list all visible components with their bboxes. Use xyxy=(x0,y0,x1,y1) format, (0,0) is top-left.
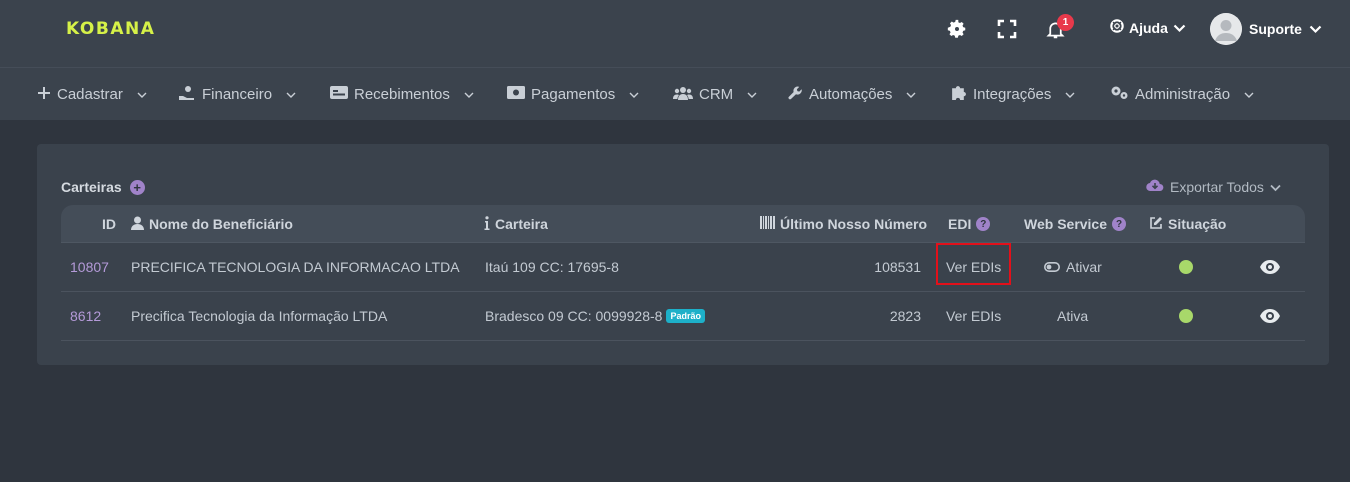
table-header: ID Nome do Beneficiário Carteira Último … xyxy=(61,205,1305,243)
export-label: Exportar Todos xyxy=(1170,178,1264,195)
receipt-icon xyxy=(330,86,348,103)
view-eye-icon[interactable] xyxy=(1259,243,1281,291)
col-last-number-label: Último Nosso Número xyxy=(780,216,928,232)
col-beneficiary-label: Nome do Beneficiário xyxy=(149,216,293,232)
top-bar: KOBANA 1 Ajuda Suporte xyxy=(0,0,1350,67)
nav-integracoes[interactable]: Integrações xyxy=(950,68,1075,121)
table-row: 8612 Precifica Tecnologia da Informação … xyxy=(61,292,1305,341)
cloud-download-icon xyxy=(1146,178,1164,195)
kobana-logo[interactable]: KOBANA xyxy=(66,19,155,39)
chevron-down-icon xyxy=(629,86,639,103)
col-id[interactable]: ID xyxy=(102,205,116,243)
chevron-down-icon xyxy=(747,86,757,103)
chevron-down-icon xyxy=(286,86,296,103)
nav-label: Cadastrar xyxy=(57,86,123,103)
nav-label: Administração xyxy=(1135,86,1231,103)
avatar xyxy=(1210,13,1242,45)
view-eye-icon[interactable] xyxy=(1259,292,1281,340)
users-icon xyxy=(673,86,693,104)
beneficiary-name: Precifica Tecnologia da Informação LTDA xyxy=(131,308,388,324)
nav-automacoes[interactable]: Automações xyxy=(788,68,916,121)
activate-web-service-button[interactable]: Ativar xyxy=(1044,259,1102,275)
status-indicator xyxy=(1179,309,1193,323)
table-row: 10807 PRECIFICA TECNOLOGIA DA INFORMACAO… xyxy=(61,243,1305,292)
barcode-icon xyxy=(760,216,775,232)
gears-icon xyxy=(1110,85,1129,104)
wallet-id-link[interactable]: 10807 xyxy=(70,259,109,275)
col-wallet-label: Carteira xyxy=(495,216,548,232)
nav-label: Automações xyxy=(809,86,893,103)
nav-recebimentos[interactable]: Recebimentos xyxy=(330,68,474,121)
user-menu[interactable]: Suporte xyxy=(1210,13,1322,45)
notification-badge: 1 xyxy=(1057,14,1074,31)
chevron-down-icon xyxy=(464,86,474,103)
card-title: Carteiras xyxy=(61,179,122,195)
toggle-off-icon xyxy=(1044,259,1060,275)
wallets-card: Carteiras + Exportar Todos ID Nome do Be… xyxy=(37,144,1329,365)
plus-icon xyxy=(37,86,51,104)
edit-icon xyxy=(1149,216,1163,233)
nav-financeiro[interactable]: Financeiro xyxy=(178,68,296,121)
add-wallet-button[interactable]: + xyxy=(129,179,145,195)
chevron-down-icon xyxy=(137,86,147,103)
nav-cadastrar[interactable]: Cadastrar xyxy=(37,68,147,121)
card-title-group: Carteiras + xyxy=(61,179,145,195)
view-edis-link[interactable]: Ver EDIs xyxy=(946,259,1001,275)
col-last-number[interactable]: Último Nosso Número xyxy=(760,205,927,243)
col-status[interactable]: Situação xyxy=(1149,205,1226,243)
wallet-id-link[interactable]: 8612 xyxy=(70,308,101,324)
default-badge: Padrão xyxy=(666,309,705,323)
user-icon xyxy=(131,216,144,233)
user-name: Suporte xyxy=(1249,21,1302,37)
last-number: 2823 xyxy=(889,308,921,324)
export-all-button[interactable]: Exportar Todos xyxy=(1146,178,1281,195)
nav-administracao[interactable]: Administração xyxy=(1110,68,1254,121)
wallet-name: Bradesco 09 CC: 0099928-8 xyxy=(485,308,663,324)
chevron-down-icon xyxy=(906,86,916,103)
gear-icon[interactable] xyxy=(945,17,969,41)
chevron-down-icon xyxy=(1173,20,1186,36)
nav-label: Pagamentos xyxy=(531,86,616,103)
wrench-icon xyxy=(788,85,803,104)
wallet-name: Itaú 109 CC: 17695-8 xyxy=(485,259,619,275)
lifebuoy-icon xyxy=(1110,19,1124,36)
nav-crm[interactable]: CRM xyxy=(673,68,757,121)
nav-label: CRM xyxy=(699,86,734,103)
chevron-down-icon xyxy=(1270,179,1281,195)
chevron-down-icon xyxy=(1309,21,1322,37)
col-id-label: ID xyxy=(102,216,116,232)
col-wallet[interactable]: Carteira xyxy=(484,205,548,243)
hand-money-icon xyxy=(178,85,196,105)
nav-label: Financeiro xyxy=(202,86,273,103)
col-web-service[interactable]: Web Service ? xyxy=(1024,205,1127,243)
col-edi-label: EDI xyxy=(948,216,972,232)
web-service-label: Ativar xyxy=(1066,259,1102,275)
main-nav: Cadastrar Financeiro Recebimentos Pagame… xyxy=(0,67,1350,120)
info-icon xyxy=(484,215,490,233)
col-web-service-label: Web Service xyxy=(1024,216,1108,232)
col-edi[interactable]: EDI ? xyxy=(948,205,991,243)
col-beneficiary[interactable]: Nome do Beneficiário xyxy=(131,205,293,243)
beneficiary-name: PRECIFICA TECNOLOGIA DA INFORMACAO LTDA xyxy=(131,259,460,275)
col-status-label: Situação xyxy=(1168,216,1227,232)
web-service-status: Ativa xyxy=(1057,308,1089,324)
help-menu[interactable]: Ajuda xyxy=(1110,19,1186,36)
puzzle-icon xyxy=(950,84,967,105)
money-bill-icon xyxy=(507,86,525,103)
chevron-down-icon xyxy=(1244,86,1254,103)
help-icon[interactable]: ? xyxy=(976,217,991,231)
nav-pagamentos[interactable]: Pagamentos xyxy=(507,68,639,121)
last-number: 108531 xyxy=(874,259,921,275)
view-edis-link[interactable]: Ver EDIs xyxy=(946,308,1001,324)
nav-label: Recebimentos xyxy=(354,86,450,103)
help-icon[interactable]: ? xyxy=(1112,217,1127,231)
status-indicator xyxy=(1179,260,1193,274)
fullscreen-icon[interactable] xyxy=(995,17,1019,41)
nav-label: Integrações xyxy=(973,86,1052,103)
help-label: Ajuda xyxy=(1129,19,1168,36)
chevron-down-icon xyxy=(1065,86,1075,103)
